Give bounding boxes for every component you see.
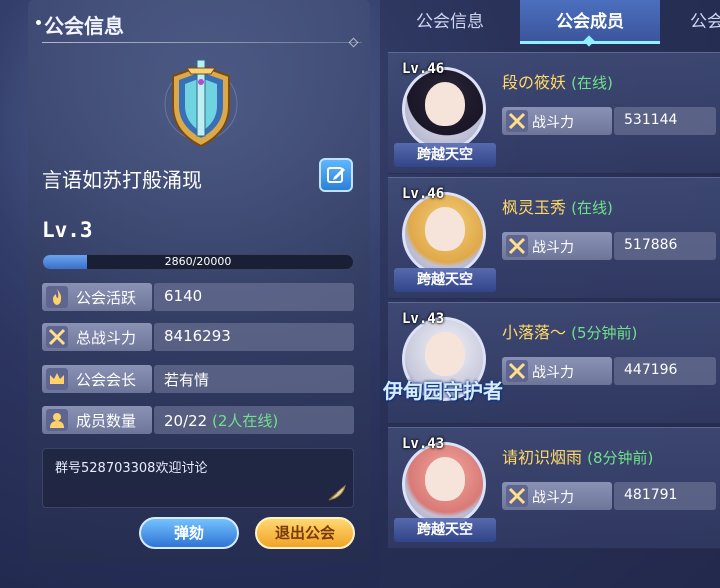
member-level: Lv.46 [402, 61, 445, 77]
member-status: (5分钟前) [571, 324, 638, 342]
crossed-swords-icon [506, 235, 528, 257]
stat-label-box: 公会会长 [42, 365, 152, 393]
impeach-button[interactable]: 弹劾 [139, 517, 239, 549]
guild-level: Lv.3 [42, 218, 93, 242]
tab-guild-more[interactable]: 公会 [660, 0, 720, 44]
member-title-badge: 跨越天空 [394, 268, 496, 292]
stat-value: 若有情 [164, 371, 210, 389]
stat-label: 总战斗力 [76, 329, 137, 347]
member-count: 20/22 [164, 412, 208, 430]
guild-name: 言语如苏打般涌现 [42, 168, 202, 192]
member-title-badge: 跨越天空 [394, 518, 496, 542]
crown-icon [46, 368, 68, 390]
tab-guild-info[interactable]: 公会信息 [380, 0, 520, 44]
crossed-swords-icon [506, 360, 528, 382]
avatar-face [425, 457, 465, 501]
stat-value-box: 6140 [154, 283, 354, 311]
edit-icon [327, 167, 345, 183]
member-card[interactable]: Lv.46 跨越天空 枫灵玉秀 (在线) 战斗力 517886 [388, 177, 720, 299]
stat-value: 20/22 (2人在线) [164, 410, 278, 431]
stat-label: 公会会长 [76, 371, 137, 389]
avatar-face [425, 82, 465, 126]
member-status: (在线) [571, 74, 613, 92]
avatar-face [425, 332, 465, 376]
power-value: 531144 [624, 112, 678, 128]
stat-value: 8416293 [164, 327, 231, 345]
member-name: 请初识烟雨 (8分钟前) [502, 444, 653, 468]
avatar[interactable] [402, 442, 486, 526]
guild-emblem-icon [164, 59, 238, 148]
leave-guild-button[interactable]: 退出公会 [255, 517, 355, 549]
member-name-text: 请初识烟雨 [502, 448, 583, 467]
power-value: 447196 [624, 362, 678, 378]
edit-guild-button[interactable] [319, 158, 353, 192]
stat-row-total-power: 总战斗力 8416293 [42, 323, 354, 351]
stat-value-box: 20/22 (2人在线) [154, 406, 354, 434]
feather-pen-icon[interactable] [327, 484, 347, 502]
member-name: 小落落～ (5分钟前) [502, 319, 637, 343]
guild-notice-text: 群号528703308欢迎讨论 [55, 461, 208, 476]
guild-notice-box[interactable]: 群号528703308欢迎讨论 [42, 448, 354, 508]
exp-progress-text: 2860/20000 [164, 255, 232, 268]
stat-label-box: 成员数量 [42, 406, 152, 434]
title-bullet [36, 20, 41, 25]
member-name-text: 小落落～ [502, 323, 567, 342]
power-label-box: 战斗力 [502, 357, 612, 385]
member-status: (8分钟前) [587, 449, 654, 467]
member-name: 段の筱妖 (在线) [502, 69, 613, 93]
power-value-box: 531144 [614, 107, 716, 135]
divider-ornament [348, 37, 359, 48]
guild-members-panel: 公会信息 公会成员 公会 Lv.46 跨越天空 段の筱妖 (在线) 战斗力 53… [380, 0, 720, 588]
member-card[interactable]: Lv.46 跨越天空 段の筱妖 (在线) 战斗力 531144 [388, 52, 720, 174]
exp-progress-bar: 2860/20000 [42, 254, 354, 270]
avatar[interactable] [402, 67, 486, 151]
person-icon [46, 409, 68, 431]
avatar[interactable] [402, 192, 486, 276]
guild-info-panel: 公会信息 言语如苏打般涌现 Lv.3 2860/20000 公会活跃 6140 … [28, 0, 370, 562]
power-value-box: 517886 [614, 232, 716, 260]
power-label-box: 战斗力 [502, 107, 612, 135]
power-label-box: 战斗力 [502, 232, 612, 260]
power-value-box: 447196 [614, 357, 716, 385]
stat-label: 成员数量 [76, 412, 137, 430]
stat-label-box: 总战斗力 [42, 323, 152, 351]
power-label: 战斗力 [532, 365, 574, 381]
member-level: Lv.46 [402, 186, 445, 202]
stat-row-members: 成员数量 20/22 (2人在线) [42, 406, 354, 434]
power-value-box: 481791 [614, 482, 716, 510]
power-label: 战斗力 [532, 240, 574, 256]
panel-title: 公会信息 [44, 14, 124, 38]
member-title-badge: 跨越天空 [394, 143, 496, 167]
avatar-face [425, 207, 465, 251]
member-title-badge: 伊甸园守护者 [383, 379, 503, 403]
crossed-swords-icon [506, 110, 528, 132]
online-count: (2人在线) [212, 412, 279, 430]
title-divider [42, 42, 362, 43]
power-label-box: 战斗力 [502, 482, 612, 510]
stat-value-box: 8416293 [154, 323, 354, 351]
crossed-swords-icon [506, 485, 528, 507]
stat-label-box: 公会活跃 [42, 283, 152, 311]
crossed-swords-icon [46, 326, 68, 348]
power-label: 战斗力 [532, 490, 574, 506]
member-name: 枫灵玉秀 (在线) [502, 194, 613, 218]
member-status: (在线) [571, 199, 613, 217]
stat-row-leader: 公会会长 若有情 [42, 365, 354, 393]
power-value: 517886 [624, 237, 678, 253]
stat-value-box: 若有情 [154, 365, 354, 393]
member-card[interactable]: Lv.43 跨越天空 请初识烟雨 (8分钟前) 战斗力 481791 [388, 427, 720, 549]
power-label: 战斗力 [532, 115, 574, 131]
panel-header: 公会信息 [28, 0, 370, 48]
stat-value: 6140 [164, 287, 203, 305]
member-level: Lv.43 [402, 436, 445, 452]
member-name-text: 枫灵玉秀 [502, 198, 567, 217]
member-card[interactable]: Lv.43 伊甸园守护者 小落落～ (5分钟前) 战斗力 447196 [383, 302, 720, 424]
power-value: 481791 [624, 487, 678, 503]
stat-label: 公会活跃 [76, 289, 137, 307]
member-name-text: 段の筱妖 [502, 73, 567, 92]
stat-row-activity: 公会活跃 6140 [42, 283, 354, 311]
flame-icon [46, 286, 68, 308]
member-level: Lv.43 [402, 311, 445, 327]
